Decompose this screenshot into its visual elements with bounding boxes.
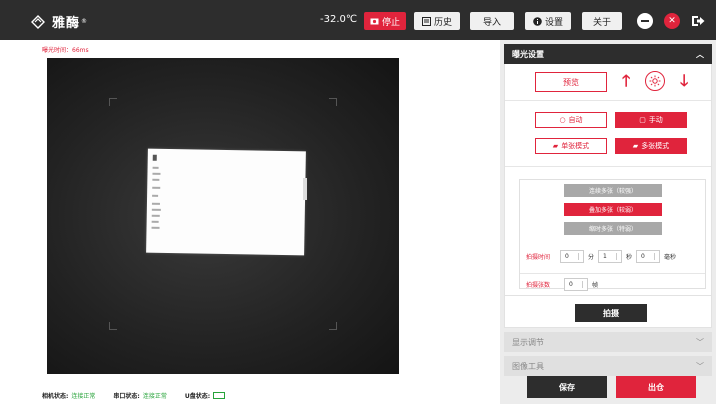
close-button[interactable]: ✕ bbox=[664, 13, 680, 29]
chevron-up-icon: ︿ bbox=[696, 49, 704, 59]
about-label: 关于 bbox=[592, 17, 611, 28]
superimpose-mode-label: 叠加多张（较弱） bbox=[588, 207, 637, 214]
history-label: 历史 bbox=[433, 17, 452, 28]
auto-exposure-button[interactable]: ○ 自动 bbox=[535, 112, 607, 128]
exit-icon bbox=[692, 16, 705, 26]
frame-count-label: 拍摄张数 bbox=[526, 282, 551, 289]
settings-button[interactable]: 设置 bbox=[525, 12, 571, 30]
sample-image bbox=[146, 148, 306, 256]
temperature-readout: -32.0℃ bbox=[320, 14, 358, 25]
save-label: 保存 bbox=[559, 382, 575, 392]
radio-off-icon: ○ bbox=[559, 116, 566, 124]
info-icon bbox=[533, 16, 542, 26]
registered-mark: ® bbox=[81, 18, 88, 25]
single-mode-button[interactable]: ▰ 单张模式 bbox=[535, 138, 607, 154]
import-label: 导入 bbox=[482, 17, 501, 28]
control-panel: 曝光设置 ︿ 预览 🡑 🡓 ○ 自动 ▢ 手动 ▰ 单张模式 ▰ 多张模式 连续… bbox=[504, 44, 712, 376]
stop-label: 停止 bbox=[381, 17, 400, 28]
single-frame-icon: ▰ bbox=[552, 142, 559, 150]
close-icon: ✕ bbox=[668, 16, 676, 26]
image-viewer[interactable] bbox=[47, 58, 399, 374]
shoot-time-row: 拍摄时间 0 分 1 秒 0 毫秒 bbox=[526, 250, 676, 263]
chevron-down-icon: ﹀ bbox=[696, 361, 704, 371]
continuous-mode-label: 连续多张（较强） bbox=[588, 188, 637, 195]
exposure-settings-header[interactable]: 曝光设置 ︿ bbox=[504, 44, 712, 64]
preview-label: 预览 bbox=[563, 77, 579, 87]
title-bar: 雅酶 ® -32.0℃ 停止 历史 导入 设置 关于 ✕ bbox=[0, 0, 716, 40]
display-adjust-header[interactable]: 显示调节 ﹀ bbox=[504, 332, 712, 352]
continuous-mode-button[interactable]: 连续多张（较强） bbox=[564, 184, 662, 197]
seconds-unit: 秒 bbox=[626, 254, 633, 261]
minutes-unit: 分 bbox=[588, 254, 595, 261]
sample-edge bbox=[303, 178, 307, 200]
logo-text: 雅酶 bbox=[52, 16, 81, 31]
display-adjust-title: 显示调节 bbox=[512, 337, 544, 347]
camera-status-label: 相机状态: bbox=[42, 393, 69, 400]
eject-label: 出仓 bbox=[648, 382, 664, 392]
single-mode-label: 单张模式 bbox=[561, 142, 590, 150]
frame-unit: 帧 bbox=[592, 282, 599, 289]
sun-icon bbox=[649, 75, 661, 87]
save-button[interactable]: 保存 bbox=[527, 376, 607, 398]
camera-icon bbox=[370, 18, 379, 25]
divider bbox=[520, 273, 705, 274]
eject-button[interactable]: 出仓 bbox=[616, 376, 696, 398]
multi-mode-options: 连续多张（较强） 叠加多张（较弱） 缩时多张（特弱） 拍摄时间 0 分 1 秒 … bbox=[519, 179, 706, 291]
exposure-settings-body: 预览 🡑 🡓 ○ 自动 ▢ 手动 ▰ 单张模式 ▰ 多张模式 连续多张（较强） … bbox=[504, 64, 712, 322]
frame-count-input[interactable]: 0 bbox=[564, 278, 589, 291]
brightness-icon[interactable] bbox=[645, 71, 665, 91]
stop-button[interactable]: 停止 bbox=[364, 12, 406, 30]
usb-drive-icon bbox=[213, 392, 226, 399]
seconds-input[interactable]: 1 bbox=[598, 250, 623, 263]
serial-status-value: 连接正常 bbox=[142, 393, 167, 400]
multi-mode-button[interactable]: ▰ 多张模式 bbox=[615, 138, 687, 154]
settings-label: 设置 bbox=[544, 17, 563, 28]
capture-button[interactable]: 拍摄 bbox=[575, 304, 647, 322]
image-tools-header[interactable]: 图像工具 ﹀ bbox=[504, 356, 712, 376]
about-button[interactable]: 关于 bbox=[582, 12, 622, 30]
superimpose-mode-button[interactable]: 叠加多张（较弱） bbox=[564, 203, 662, 216]
timelapse-mode-label: 缩时多张（特弱） bbox=[588, 226, 637, 233]
increase-brightness-icon[interactable]: 🡑 bbox=[622, 70, 630, 97]
minutes-input[interactable]: 0 bbox=[560, 250, 585, 263]
divider bbox=[505, 100, 711, 101]
capture-label: 拍摄 bbox=[603, 308, 619, 318]
radio-on-icon: ▢ bbox=[639, 116, 646, 124]
image-tools-title: 图像工具 bbox=[512, 361, 544, 371]
manual-label: 手动 bbox=[648, 116, 663, 124]
history-button[interactable]: 历史 bbox=[414, 12, 460, 30]
main-area: 曝光时间：66ms 相机状态: 连接正常 串口状态: 连接正常 U盘状态: bbox=[0, 40, 500, 404]
usb-status-label: U盘状态: bbox=[184, 393, 211, 400]
history-icon bbox=[421, 16, 431, 26]
frame-corner bbox=[109, 322, 117, 330]
preview-button[interactable]: 预览 bbox=[535, 72, 607, 92]
frame-corner bbox=[329, 98, 337, 106]
frame-corner bbox=[329, 322, 337, 330]
logo-icon bbox=[31, 14, 45, 29]
camera-status-value: 连接正常 bbox=[71, 393, 96, 400]
app-logo: 雅酶 ® bbox=[30, 12, 87, 31]
decrease-brightness-icon[interactable]: 🡓 bbox=[680, 70, 688, 97]
chevron-down-icon: ﹀ bbox=[696, 337, 704, 347]
manual-exposure-button[interactable]: ▢ 手动 bbox=[615, 112, 687, 128]
milliseconds-unit: 毫秒 bbox=[664, 254, 677, 261]
shoot-time-label: 拍摄时间 bbox=[526, 254, 551, 261]
exposure-time-readout: 曝光时间：66ms bbox=[42, 47, 89, 54]
import-button[interactable]: 导入 bbox=[470, 12, 514, 30]
divider bbox=[505, 166, 711, 167]
milliseconds-input[interactable]: 0 bbox=[636, 250, 661, 263]
exposure-settings-title: 曝光设置 bbox=[512, 49, 544, 59]
auto-label: 自动 bbox=[568, 116, 583, 124]
multi-mode-label: 多张模式 bbox=[641, 142, 670, 150]
frame-corner bbox=[109, 98, 117, 106]
serial-status-label: 串口状态: bbox=[113, 393, 140, 400]
exit-button[interactable] bbox=[690, 13, 706, 29]
minimize-button[interactable] bbox=[637, 13, 653, 29]
frame-count-row: 拍摄张数 0 帧 bbox=[526, 278, 598, 291]
status-bar: 相机状态: 连接正常 串口状态: 连接正常 U盘状态: bbox=[42, 391, 226, 400]
multi-frame-icon: ▰ bbox=[632, 142, 639, 150]
timelapse-mode-button[interactable]: 缩时多张（特弱） bbox=[564, 222, 662, 235]
